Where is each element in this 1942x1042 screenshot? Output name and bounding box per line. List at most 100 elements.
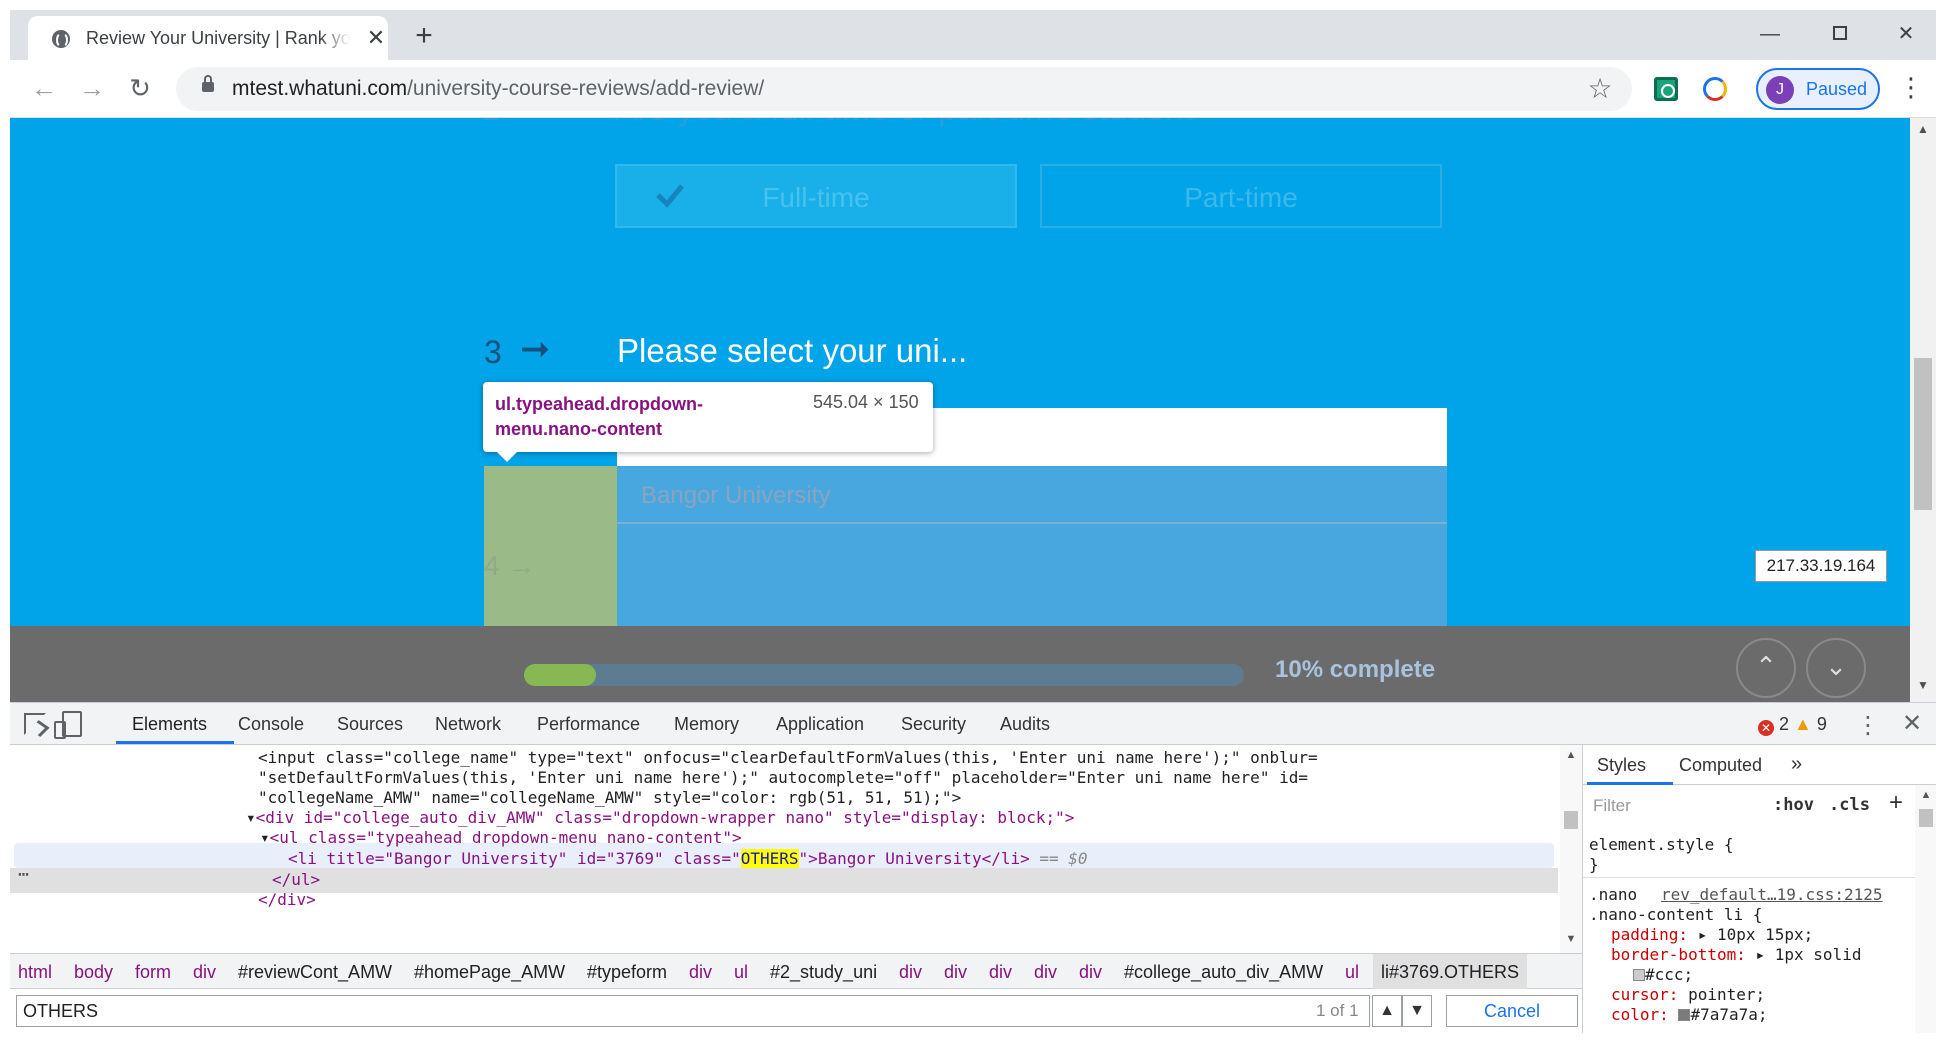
breadcrumb-item[interactable]: li#3769.OTHERS [1381, 962, 1519, 983]
breadcrumb-item[interactable]: #homePage_AMW [414, 962, 565, 983]
rule-selector[interactable]: .nano [1589, 885, 1637, 904]
devtools-close-icon[interactable]: ✕ [1902, 709, 1922, 738]
close-window-button[interactable]: ✕ [1886, 18, 1926, 50]
breadcrumb-item[interactable]: form [135, 962, 171, 983]
search-next-button[interactable]: ▼ [1402, 995, 1432, 1027]
scroll-up-arrow-icon[interactable]: ▲ [1910, 122, 1936, 142]
extension-icon-2[interactable] [1703, 77, 1727, 101]
tab-performance[interactable]: Performance [537, 714, 640, 735]
breadcrumb-item[interactable]: ul [734, 962, 748, 983]
restore-button[interactable] [1820, 18, 1860, 50]
hover-state-toggle[interactable]: :hov [1773, 795, 1814, 815]
inspect-element-icon[interactable] [24, 713, 46, 735]
scroll-thumb[interactable] [1919, 809, 1933, 827]
styles-scrollbar[interactable]: ▲ [1915, 785, 1936, 1033]
breadcrumb-item[interactable]: div [1079, 962, 1102, 983]
new-rule-icon[interactable]: + [1889, 789, 1903, 817]
search-cancel-button[interactable]: Cancel [1446, 995, 1578, 1027]
rule-selector[interactable]: .nano-content li { [1589, 905, 1762, 924]
css-property[interactable]: color: #7a7a7a; [1611, 1005, 1768, 1024]
scroll-down-arrow-icon[interactable]: ▼ [1560, 933, 1582, 945]
browser-tab[interactable]: Review Your University | Rank your unive… [28, 16, 388, 60]
more-actions-icon[interactable]: ⋯ [18, 864, 29, 885]
element-style-rule[interactable]: element.style { [1589, 835, 1734, 854]
reload-button[interactable]: ↻ [122, 70, 158, 106]
full-time-option[interactable]: Full-time [615, 164, 1017, 228]
expand-triangle-icon[interactable]: ▾ [260, 828, 270, 847]
address-bar[interactable]: mtest.whatuni.com/university-course-revi… [176, 67, 1632, 111]
breadcrumb-item[interactable]: #reviewCont_AMW [238, 962, 392, 983]
part-time-option[interactable]: Part-time [1040, 164, 1442, 228]
devtools-menu-icon[interactable]: ⋮ [1856, 711, 1880, 740]
dropdown-option[interactable]: Bangor University [617, 466, 1447, 524]
breadcrumb-item[interactable]: #typeform [587, 962, 667, 983]
tab-title: Review Your University | Rank your unive… [86, 28, 350, 50]
more-tabs-icon[interactable]: » [1791, 753, 1802, 776]
scroll-up-arrow-icon[interactable]: ▲ [1560, 749, 1582, 761]
url-text[interactable]: mtest.whatuni.com/university-course-revi… [232, 77, 764, 101]
tab-audits[interactable]: Audits [1000, 714, 1050, 735]
breadcrumb-item[interactable]: div [689, 962, 712, 983]
next-question-button[interactable]: ⌄ [1806, 638, 1866, 698]
dom-selected-highlight [10, 868, 1558, 893]
dom-scrollbar[interactable]: ▲ ▼ [1560, 745, 1582, 953]
scroll-thumb[interactable] [1914, 358, 1932, 510]
back-button[interactable]: ← [26, 70, 62, 106]
css-property[interactable]: padding: ▸ 10px 15px; [1611, 925, 1813, 944]
class-toggle[interactable]: .cls [1829, 795, 1870, 815]
tab-security[interactable]: Security [901, 714, 966, 735]
page-scrollbar[interactable]: ▲ ▼ [1910, 118, 1936, 702]
lock-icon[interactable] [202, 75, 214, 92]
breadcrumb-item[interactable]: #2_study_uni [770, 962, 877, 983]
color-swatch[interactable] [1678, 1009, 1691, 1021]
breadcrumb-item[interactable]: ul [1345, 962, 1359, 983]
breadcrumb-item[interactable]: div [899, 962, 922, 983]
expand-triangle-icon[interactable]: ▾ [246, 808, 256, 827]
css-property-value[interactable]: #ccc; [1633, 965, 1693, 984]
styles-pane: Styles Computed » Filter :hov .cls + ele… [1582, 745, 1936, 1033]
css-property-value: pointer; [1688, 985, 1766, 1004]
dropdown-option-label: Bangor University [641, 482, 831, 509]
tab-memory[interactable]: Memory [674, 714, 739, 735]
color-swatch[interactable] [1633, 969, 1645, 981]
css-property[interactable]: border-bottom: ▸ 1px solid [1611, 945, 1861, 964]
breadcrumb-item[interactable]: div [944, 962, 967, 983]
tab-console[interactable]: Console [238, 714, 304, 735]
device-toolbar-icon[interactable] [54, 711, 82, 739]
scroll-up-arrow-icon[interactable]: ▲ [1915, 789, 1936, 801]
bookmark-star-icon[interactable]: ☆ [1584, 73, 1616, 105]
breadcrumb-item[interactable]: #college_auto_div_AMW [1124, 962, 1323, 983]
breadcrumb-item[interactable]: body [74, 962, 113, 983]
dom-node-li[interactable]: <li title="Bangor University" id="3769" … [288, 846, 1088, 871]
dom-line[interactable]: </div> [258, 887, 316, 912]
breadcrumb-item[interactable]: div [193, 962, 216, 983]
extension-icon[interactable] [1654, 77, 1678, 101]
tab-network[interactable]: Network [435, 714, 501, 735]
breadcrumb-item[interactable]: html [18, 962, 52, 983]
inspect-selector: ul.typeahead.dropdown-menu.nano-content [495, 394, 704, 439]
tab-application[interactable]: Application [776, 714, 864, 735]
css-property[interactable]: cursor: pointer; [1611, 985, 1765, 1004]
minimize-button[interactable]: — [1750, 18, 1790, 50]
breadcrumb: html body form div #reviewCont_AMW #homePage_… [10, 953, 1582, 990]
tab-elements[interactable]: Elements [132, 714, 207, 735]
tab-styles[interactable]: Styles [1597, 755, 1646, 776]
close-tab-icon[interactable]: ✕ [364, 26, 388, 50]
forward-button[interactable]: → [74, 70, 110, 106]
new-tab-button[interactable]: + [408, 20, 440, 52]
previous-question-button[interactable]: ⌃ [1736, 638, 1796, 698]
browser-menu-icon[interactable]: ⋮ [1898, 72, 1924, 106]
scroll-thumb[interactable] [1564, 811, 1578, 829]
search-previous-button[interactable]: ▲ [1372, 995, 1402, 1027]
breadcrumb-item[interactable]: div [1034, 962, 1057, 983]
scroll-down-arrow-icon[interactable]: ▼ [1910, 678, 1936, 698]
styles-filter-input[interactable]: Filter [1587, 791, 1753, 821]
profile-button[interactable]: J Paused [1756, 68, 1880, 110]
tab-sources[interactable]: Sources [337, 714, 403, 735]
dom-search-input[interactable]: OTHERS [16, 995, 1370, 1027]
progress-footer: 10% complete ⌃ ⌄ [10, 626, 1910, 702]
tab-computed[interactable]: Computed [1679, 755, 1762, 776]
stylesheet-link[interactable]: rev_default…19.css:2125 [1661, 885, 1883, 904]
breadcrumb-item[interactable]: div [989, 962, 1012, 983]
issues-counter[interactable]: ✕ 2 ▲ 9 [1758, 714, 1827, 736]
